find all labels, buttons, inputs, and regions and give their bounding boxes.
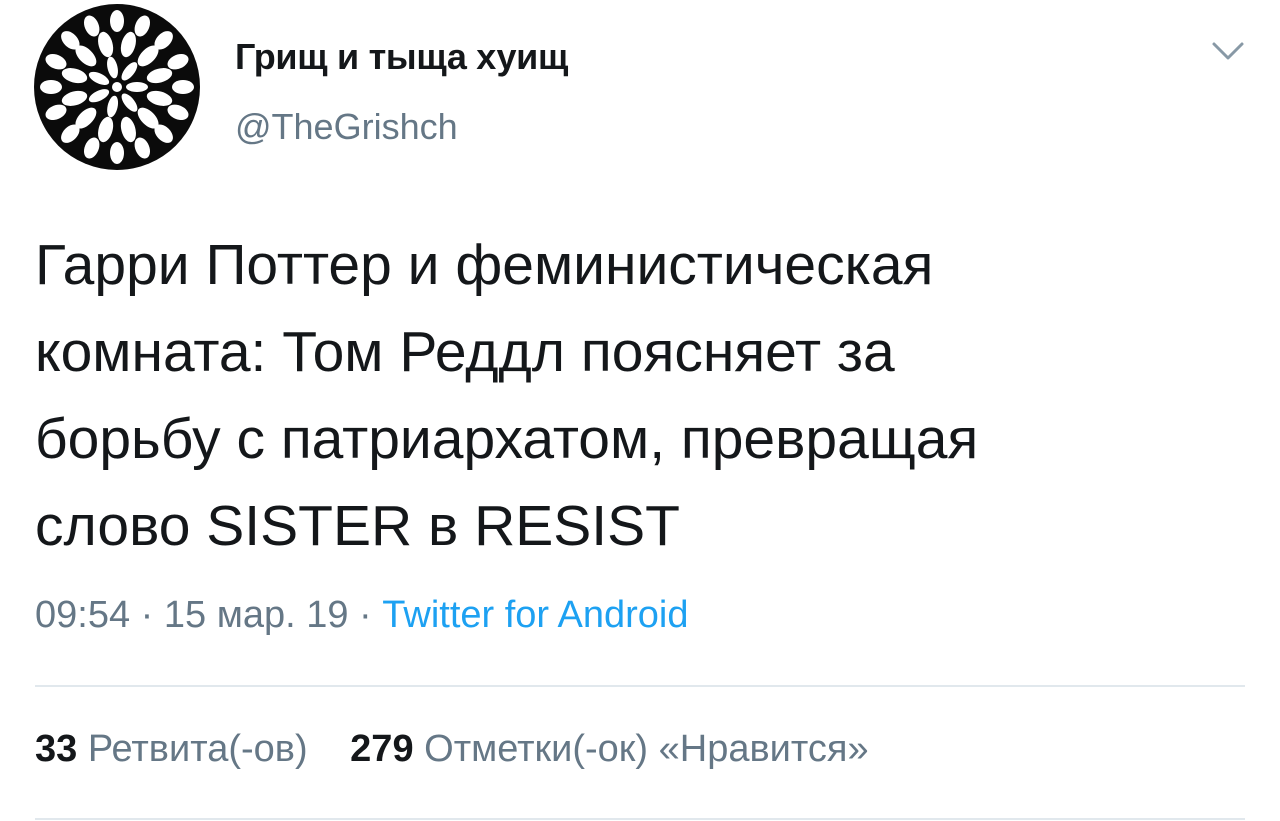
chevron-down-icon bbox=[1212, 42, 1244, 60]
tweet-source-link[interactable]: Twitter for Android bbox=[382, 594, 688, 636]
likes-stat[interactable]: 279 Отметки(-ок) «Нравится» bbox=[350, 728, 868, 771]
tweet-card: Грищ и тыща хуищ @TheGrishch Гарри Потте… bbox=[0, 0, 1280, 821]
divider bbox=[35, 685, 1245, 687]
meta-separator: · bbox=[140, 594, 154, 636]
tweet-time: 09:54 bbox=[35, 594, 131, 636]
retweets-count: 33 bbox=[35, 728, 78, 770]
avatar[interactable] bbox=[34, 4, 200, 170]
retweets-stat[interactable]: 33 Ретвита(-ов) bbox=[35, 728, 308, 771]
likes-count: 279 bbox=[350, 728, 414, 770]
tweet-menu-button[interactable] bbox=[1208, 36, 1248, 66]
tweet-stats: 33 Ретвита(-ов) 279 Отметки(-ок) «Нравит… bbox=[35, 728, 869, 771]
likes-label: Отметки(-ок) «Нравится» bbox=[424, 728, 869, 770]
tweet-text: Гарри Поттер и феминистическая комната: … bbox=[35, 233, 979, 558]
tweet-date: 15 мар. 19 bbox=[163, 594, 349, 636]
flower-avatar-icon bbox=[40, 10, 194, 164]
user-handle[interactable]: @TheGrishch bbox=[235, 106, 458, 148]
meta-separator: · bbox=[359, 594, 372, 636]
display-name[interactable]: Грищ и тыща хуищ bbox=[235, 36, 568, 78]
divider bbox=[35, 818, 1245, 820]
retweets-label: Ретвита(-ов) bbox=[87, 728, 308, 770]
tweet-metadata: 09:54 · 15 мар. 19 · Twitter for Android bbox=[35, 594, 689, 637]
